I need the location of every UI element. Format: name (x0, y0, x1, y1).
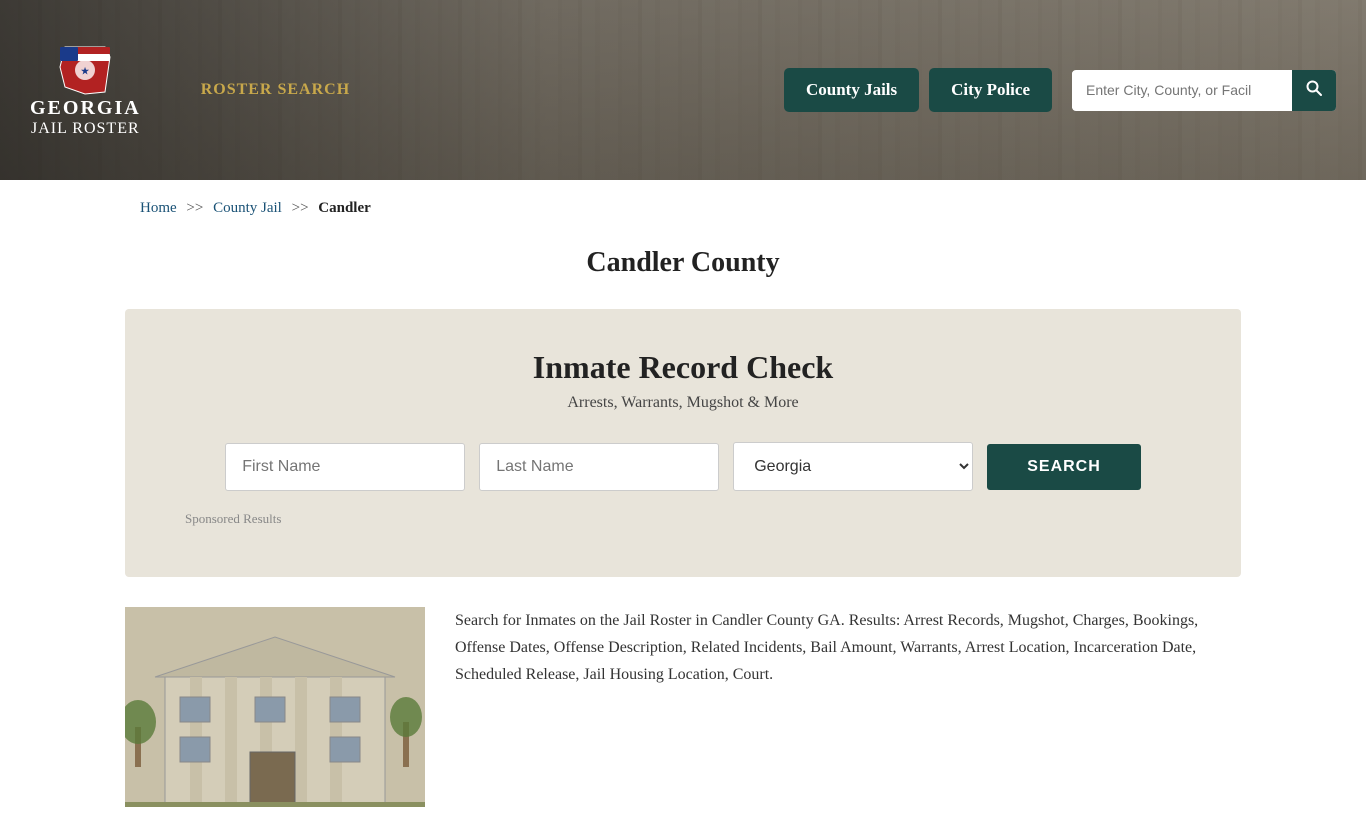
logo-georgia: GEORGIA (30, 97, 141, 120)
record-check-subtitle: Arrests, Warrants, Mugshot & More (185, 394, 1181, 412)
roster-search-link[interactable]: ROSTER SEARCH (201, 81, 350, 99)
building-image (125, 607, 425, 807)
state-select[interactable]: Georgia Alabama Florida Tennessee (733, 442, 973, 491)
sponsored-label: Sponsored Results (185, 511, 1181, 527)
record-check-search-button[interactable]: SEARCH (987, 444, 1141, 490)
county-jails-button[interactable]: County Jails (784, 68, 919, 112)
breadcrumb-county-jail[interactable]: County Jail (213, 200, 282, 216)
svg-text:★: ★ (81, 66, 90, 76)
city-police-button[interactable]: City Police (929, 68, 1052, 112)
breadcrumb-home[interactable]: Home (140, 200, 177, 216)
header-search-input[interactable] (1072, 72, 1292, 108)
main-nav: County Jails City Police (784, 68, 1336, 112)
breadcrumb-current: Candler (318, 200, 371, 216)
georgia-flag-icon: ★ (55, 42, 115, 97)
site-header: ★ GEORGIA JAIL ROSTER ROSTER SEARCH Coun… (0, 0, 1366, 180)
search-icon (1306, 80, 1322, 96)
logo-jail-roster: JAIL ROSTER (30, 120, 141, 138)
logo-text: GEORGIA JAIL ROSTER (30, 97, 141, 138)
header-search-button[interactable] (1292, 70, 1336, 111)
header-search-bar (1072, 70, 1336, 111)
breadcrumb-sep-2: >> (292, 200, 309, 216)
breadcrumb: Home >> County Jail >> Candler (0, 180, 1366, 237)
last-name-input[interactable] (479, 443, 719, 491)
first-name-input[interactable] (225, 443, 465, 491)
record-check-form: Georgia Alabama Florida Tennessee SEARCH (185, 442, 1181, 491)
bottom-content: Search for Inmates on the Jail Roster in… (0, 577, 1366, 837)
site-logo[interactable]: ★ GEORGIA JAIL ROSTER (30, 42, 141, 138)
record-check-title: Inmate Record Check (185, 349, 1181, 386)
county-description: Search for Inmates on the Jail Roster in… (455, 607, 1241, 689)
breadcrumb-sep-1: >> (186, 200, 203, 216)
record-check-section: Inmate Record Check Arrests, Warrants, M… (125, 309, 1241, 577)
page-title: Candler County (0, 247, 1366, 279)
